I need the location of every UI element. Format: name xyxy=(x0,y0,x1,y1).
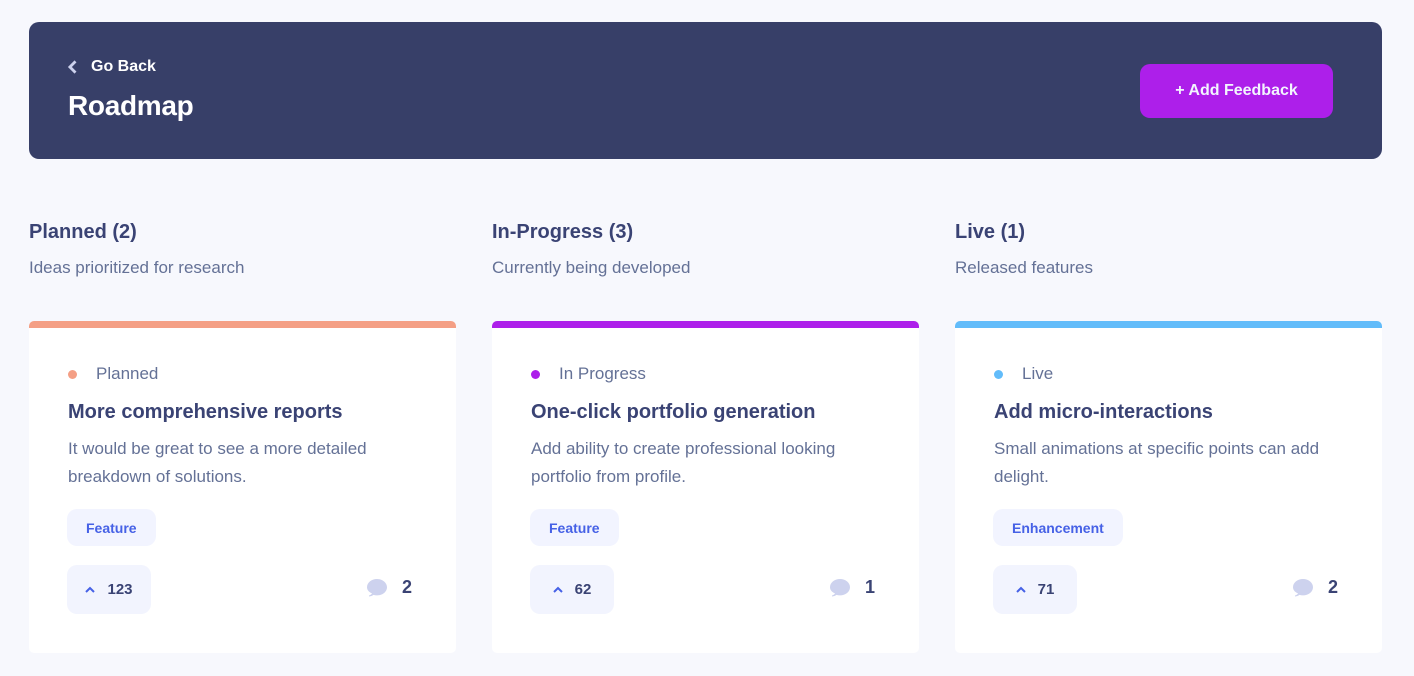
feedback-card-planned[interactable]: Planned More comprehensive reports It wo… xyxy=(29,321,456,653)
column-subtitle: Currently being developed xyxy=(492,258,691,277)
upvote-count: 62 xyxy=(574,581,592,598)
upvote-count: 71 xyxy=(1037,581,1055,598)
go-back-label: Go Back xyxy=(91,58,156,75)
category-tag[interactable]: Feature xyxy=(530,509,619,546)
status-label: In Progress xyxy=(531,364,646,384)
chevron-up-icon xyxy=(1015,586,1026,593)
comment-icon xyxy=(829,579,850,597)
category-tag[interactable]: Feature xyxy=(67,509,156,546)
status-bar xyxy=(492,321,919,328)
upvote-button[interactable]: 123 xyxy=(67,565,151,614)
feedback-card-live[interactable]: Live Add micro-interactions Small animat… xyxy=(955,321,1382,653)
upvote-button[interactable]: 62 xyxy=(530,565,614,614)
go-back-link[interactable]: Go Back xyxy=(67,58,156,76)
status-dot-icon xyxy=(531,369,540,379)
feedback-card-in-progress[interactable]: In Progress One-click portfolio generati… xyxy=(492,321,919,653)
column-title: Planned (2) xyxy=(29,221,137,243)
column-header-in-progress: In-Progress (3) Currently being develope… xyxy=(492,221,690,278)
comment-count[interactable]: 1 xyxy=(829,577,875,598)
card-title[interactable]: More comprehensive reports xyxy=(68,401,343,424)
card-description: Small animations at specific points can … xyxy=(994,439,1320,486)
comment-count-value: 2 xyxy=(401,577,412,597)
status-dot-icon xyxy=(994,369,1003,379)
status-text: Planned xyxy=(96,364,159,383)
status-text: Live xyxy=(1022,364,1054,383)
column-header-live: Live (1) Released features xyxy=(955,221,1093,278)
card-description: Add ability to create professional looki… xyxy=(531,439,836,486)
status-label: Planned xyxy=(68,364,158,384)
column-subtitle: Released features xyxy=(955,258,1093,277)
roadmap-header: Go Back Roadmap + Add Feedback xyxy=(29,22,1382,159)
column-title: Live (1) xyxy=(955,221,1026,243)
comment-count[interactable]: 2 xyxy=(1292,577,1338,598)
comment-count[interactable]: 2 xyxy=(366,577,412,598)
card-description: It would be great to see a more detailed… xyxy=(68,439,367,486)
chevron-up-icon xyxy=(85,586,96,593)
chevron-up-icon xyxy=(552,586,563,593)
column-title: In-Progress (3) xyxy=(492,221,634,243)
upvote-count: 123 xyxy=(107,581,133,598)
add-feedback-button[interactable]: + Add Feedback xyxy=(1140,64,1333,118)
status-text: In Progress xyxy=(559,364,646,383)
card-title[interactable]: Add micro-interactions xyxy=(994,401,1213,424)
column-header-planned: Planned (2) Ideas prioritized for resear… xyxy=(29,221,244,278)
comment-icon xyxy=(1292,579,1313,597)
upvote-button[interactable]: 71 xyxy=(993,565,1077,614)
status-label: Live xyxy=(994,364,1053,384)
card-title[interactable]: One-click portfolio generation xyxy=(531,401,815,424)
category-tag[interactable]: Enhancement xyxy=(993,509,1123,546)
comment-count-value: 2 xyxy=(1327,577,1338,597)
status-dot-icon xyxy=(68,369,77,379)
status-bar xyxy=(29,321,456,328)
status-bar xyxy=(955,321,1382,328)
column-subtitle: Ideas prioritized for research xyxy=(29,258,245,277)
comment-count-value: 1 xyxy=(864,577,875,597)
comment-icon xyxy=(366,579,387,597)
chevron-left-icon xyxy=(67,60,77,74)
page-title: Roadmap xyxy=(68,90,194,121)
